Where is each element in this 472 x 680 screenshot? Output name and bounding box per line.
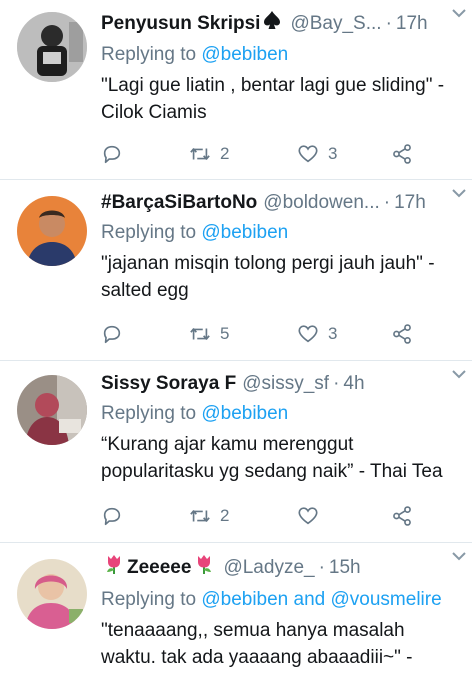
replying-to: Replying to @bebiben <box>101 220 462 246</box>
retweet-button[interactable]: 5 <box>189 323 229 345</box>
replying-prefix: Replying to <box>101 589 202 610</box>
like-count: 3 <box>328 144 338 163</box>
display-name[interactable]: Zeeeee <box>127 555 191 581</box>
chevron-down-icon[interactable] <box>450 365 468 383</box>
mention-link[interactable]: @bebiben and @vousmelire <box>201 589 441 610</box>
heart-icon <box>298 507 318 525</box>
retweet-button[interactable]: 2 <box>189 143 229 165</box>
replying-to: Replying to @bebiben <box>101 401 462 427</box>
share-icon <box>393 506 411 526</box>
tweet-item[interactable]: Sissy Soraya F @sissy_sf · 4h Replying t… <box>0 361 472 543</box>
user-handle[interactable]: @sissy_sf <box>242 371 329 397</box>
reply-icon <box>103 325 121 344</box>
retweet-icon <box>190 148 210 160</box>
tweet-item[interactable]: Penyusun Skripsi @Bay_S... · 17h Replyin… <box>0 0 472 180</box>
share-button[interactable] <box>391 323 413 345</box>
separator-dot: · <box>318 557 325 578</box>
tweet-item[interactable]: Zeeeee @Ladyze_ · 15h Replying to @bebib… <box>0 543 472 680</box>
avatar[interactable] <box>17 196 87 266</box>
replying-prefix: Replying to <box>101 403 202 424</box>
user-handle[interactable]: @Ladyze_ <box>223 555 314 581</box>
reply-icon <box>103 145 121 164</box>
like-button[interactable]: 3 <box>297 143 337 165</box>
reply-button[interactable] <box>101 143 123 165</box>
tulip-icon <box>104 553 124 583</box>
retweet-count: 5 <box>220 324 230 343</box>
mention-link[interactable]: @bebiben <box>201 403 288 424</box>
replying-prefix: Replying to <box>101 44 202 65</box>
tweet-header: Sissy Soraya F @sissy_sf · 4h <box>101 371 462 397</box>
share-button[interactable] <box>391 505 413 527</box>
retweet-count: 2 <box>220 506 230 525</box>
separator-dot: · <box>333 373 340 394</box>
mention-link[interactable]: @bebiben <box>201 44 288 65</box>
reply-button[interactable] <box>101 505 123 527</box>
reply-timeline: Penyusun Skripsi @Bay_S... · 17h Replyin… <box>0 0 472 680</box>
heart-icon <box>298 145 318 163</box>
tweet-actions: 2 <box>101 504 432 528</box>
avatar[interactable] <box>17 375 87 445</box>
chevron-down-icon[interactable] <box>450 184 468 202</box>
retweet-icon <box>190 510 210 522</box>
retweet-icon <box>190 328 210 340</box>
tweet-text: “Kurang ajar kamu merenggut popularitask… <box>101 434 443 482</box>
tweet-text: "jajanan misqin tolong pergi jauh jauh" … <box>101 253 435 301</box>
display-name[interactable]: #BarçaSiBartoNo <box>101 190 257 216</box>
separator-dot: · <box>385 13 392 34</box>
share-button[interactable] <box>391 143 413 165</box>
tweet-text: "Lagi gue liatin , bentar lagi gue slidi… <box>101 75 445 123</box>
timestamp[interactable]: 17h <box>394 190 426 216</box>
tweet-text: "tenaaaang,, semua hanya masalah waktu. … <box>101 620 413 668</box>
replying-prefix: Replying to <box>101 222 202 243</box>
heart-icon <box>298 325 318 343</box>
tweet-actions: 5 3 <box>101 322 432 346</box>
timestamp[interactable]: 15h <box>329 555 361 581</box>
display-name[interactable]: Sissy Soraya F <box>101 371 236 397</box>
reply-button[interactable] <box>101 323 123 345</box>
tweet-header: #BarçaSiBartoNo @boldowen... · 17h <box>101 190 462 216</box>
replying-to: Replying to @bebiben and @vousmelire <box>101 587 462 613</box>
avatar[interactable] <box>17 12 87 82</box>
replying-to: Replying to @bebiben <box>101 42 462 68</box>
chevron-down-icon[interactable] <box>450 547 468 565</box>
tweet-actions: 2 3 <box>101 142 432 166</box>
retweet-count: 2 <box>220 144 230 163</box>
like-count: 3 <box>328 324 338 343</box>
tulip-icon <box>194 553 214 583</box>
timestamp[interactable]: 4h <box>343 371 364 397</box>
share-icon <box>393 324 411 344</box>
avatar[interactable] <box>17 559 87 629</box>
share-icon <box>393 144 411 164</box>
display-name[interactable]: Penyusun Skripsi <box>101 11 260 37</box>
spade-icon <box>263 10 281 38</box>
separator-dot: · <box>383 192 391 213</box>
tweet-header: Penyusun Skripsi @Bay_S... · 17h <box>101 10 462 38</box>
tweet-header: Zeeeee @Ladyze_ · 15h <box>101 553 462 583</box>
timestamp[interactable]: 17h <box>396 11 428 37</box>
tweet-item[interactable]: #BarçaSiBartoNo @boldowen... · 17h Reply… <box>0 180 472 361</box>
mention-link[interactable]: @bebiben <box>201 222 288 243</box>
user-handle[interactable]: @Bay_S... <box>290 11 381 37</box>
chevron-down-icon[interactable] <box>450 4 468 22</box>
like-button[interactable] <box>297 505 328 527</box>
like-button[interactable]: 3 <box>297 323 337 345</box>
reply-icon <box>103 507 121 526</box>
retweet-button[interactable]: 2 <box>189 505 229 527</box>
user-handle[interactable]: @boldowen... <box>263 190 379 216</box>
